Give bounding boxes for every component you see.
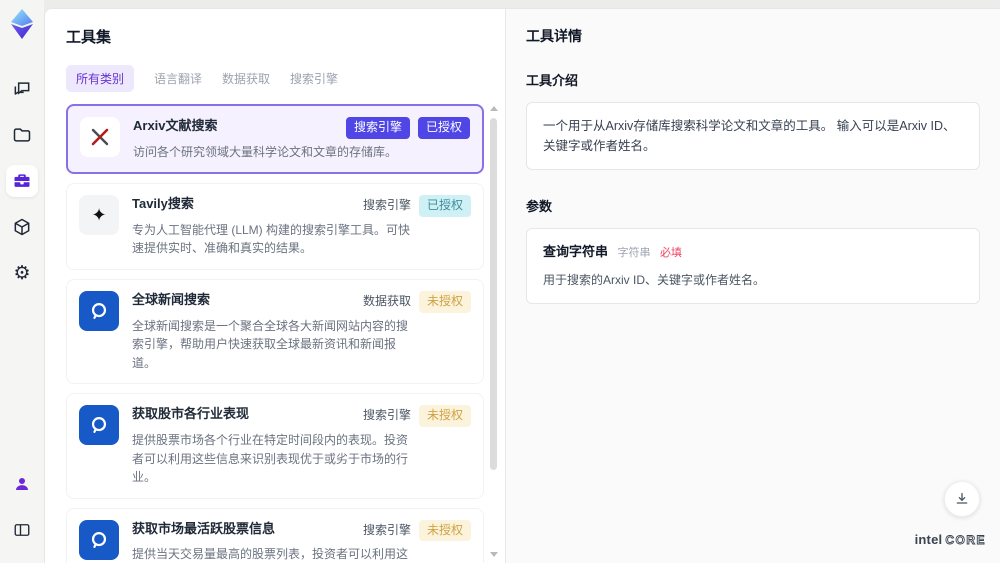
chat-icon[interactable] [6, 73, 38, 105]
intel-core-logo: intel core [915, 532, 986, 547]
param-card: 查询字符串 字符串 必填 用于搜索的Arxiv ID、关键字或作者姓名。 [526, 228, 980, 304]
scroll-down-arrow[interactable] [490, 552, 498, 557]
params-heading: 参数 [526, 199, 553, 214]
app-window: ⚙ 工具集 所有类别 语言翻译 数据获取 搜索引擎 Arxiv文献搜索 搜索引擎… [0, 0, 1000, 563]
tool-list: Arxiv文献搜索 搜索引擎 已授权 访问各个研究领域大量科学论文和文章的存储库… [66, 104, 498, 563]
tool-description: 提供当天交易量最高的股票列表，投资者可以利用这些信息来识别流动性强的股票和潜在的… [132, 547, 409, 562]
blue-q-logo-icon [79, 290, 119, 331]
gear-icon[interactable]: ⚙ [6, 257, 38, 289]
category-badge: 数据获取 [362, 293, 411, 308]
tool-detail-panel: 工具详情 工具介绍 一个用于从Arxiv存储库搜索科学论文和文章的工具。 输入可… [505, 9, 1000, 563]
sidebar: ⚙ [0, 0, 44, 563]
auth-status-badge: 未授权 [418, 290, 471, 313]
category-tabs: 所有类别 语言翻译 数据获取 搜索引擎 [66, 65, 505, 92]
tool-name: 获取市场最活跃股票信息 [132, 520, 276, 536]
core-logo-text: core [945, 533, 986, 548]
scroll-up-arrow[interactable] [490, 106, 498, 111]
tool-card-arxiv[interactable]: Arxiv文献搜索 搜索引擎 已授权 访问各个研究领域大量科学论文和文章的存储库… [66, 104, 484, 175]
tool-description: 提供股票市场各个行业在特定时间段内的表现。投资者可以利用这些信息来识别表现优于或… [132, 432, 409, 485]
download-icon [956, 493, 968, 504]
arxiv-logo-icon [80, 117, 120, 157]
tab-search-engine[interactable]: 搜索引擎 [290, 65, 338, 92]
blue-q-logo-icon [79, 519, 119, 560]
tool-card-global-news[interactable]: 全球新闻搜索 数据获取 未授权 全球新闻搜索是一个聚合全球各大新闻网站内容的搜索… [66, 278, 484, 385]
tool-card-active-stocks[interactable]: 获取市场最活跃股票信息 搜索引擎 未授权 提供当天交易量最高的股票列表，投资者可… [66, 507, 484, 563]
intel-logo-text: intel [914, 532, 943, 547]
tavily-star-icon: ✦ [79, 195, 119, 236]
tool-description: 专为人工智能代理 (LLM) 构建的搜索引擎工具。可快速提供实时、准确和真实的结… [132, 222, 411, 256]
page-title: 工具集 [66, 29, 112, 46]
auth-status-badge: 已授权 [417, 117, 470, 139]
sidebar-bottom [6, 461, 38, 553]
tool-description: 全球新闻搜索是一个聚合全球各大新闻网站内容的搜索引擎，帮助用户快速获取全球最新资… [132, 318, 409, 370]
tab-all-categories[interactable]: 所有类别 [66, 65, 135, 92]
tool-card-sector-performance[interactable]: 获取股市各行业表现 搜索引擎 未授权 提供股票市场各个行业在特定时间段内的表现。… [66, 393, 484, 499]
briefcase-icon[interactable] [6, 165, 38, 197]
tool-intro-box: 一个用于从Arxiv存储库搜索科学论文和文章的工具。 输入可以是Arxiv ID… [526, 102, 980, 170]
auth-status-badge: 未授权 [418, 519, 471, 542]
param-required-badge: 必填 [659, 247, 682, 259]
category-badge: 搜索引擎 [362, 408, 411, 423]
download-button[interactable] [944, 481, 980, 517]
main-content: 工具集 所有类别 语言翻译 数据获取 搜索引擎 Arxiv文献搜索 搜索引擎 已… [44, 8, 1000, 563]
tool-name: 获取股市各行业表现 [132, 406, 250, 422]
cube-icon[interactable] [6, 211, 38, 243]
category-badge: 搜索引擎 [362, 522, 411, 537]
auth-status-badge: 已授权 [418, 195, 471, 217]
detail-title: 工具详情 [526, 28, 582, 44]
folder-icon[interactable] [6, 119, 38, 151]
layout-panel-icon[interactable] [6, 514, 38, 546]
tool-name: Arxiv文献搜索 [133, 118, 218, 133]
category-badge: 搜索引擎 [362, 198, 411, 213]
tool-description: 访问各个研究领域大量科学论文和文章的存储库。 [133, 144, 398, 159]
param-description: 用于搜索的Arxiv ID、关键字或作者姓名。 [543, 272, 766, 287]
scrollbar[interactable] [489, 106, 498, 557]
tab-language-translation[interactable]: 语言翻译 [154, 65, 202, 92]
tool-collection-panel: 工具集 所有类别 语言翻译 数据获取 搜索引擎 Arxiv文献搜索 搜索引擎 已… [45, 9, 505, 563]
auth-status-badge: 未授权 [418, 405, 471, 427]
tool-name: Tavily搜索 [132, 196, 194, 212]
param-type: 字符串 [617, 247, 651, 259]
tool-name: 全球新闻搜索 [132, 291, 211, 307]
app-logo-icon[interactable] [8, 8, 36, 40]
user-avatar-icon[interactable] [6, 468, 38, 500]
category-badge: 搜索引擎 [345, 117, 410, 139]
tool-card-tavily[interactable]: ✦ Tavily搜索 搜索引擎 已授权 专为人工智能代理 (LLM) 构建的搜索… [66, 183, 484, 270]
param-name: 查询字符串 [543, 244, 609, 259]
blue-q-logo-icon [79, 405, 119, 446]
tab-data-acquisition[interactable]: 数据获取 [222, 65, 270, 92]
scrollbar-thumb[interactable] [490, 118, 497, 470]
intro-heading: 工具介绍 [526, 73, 579, 88]
